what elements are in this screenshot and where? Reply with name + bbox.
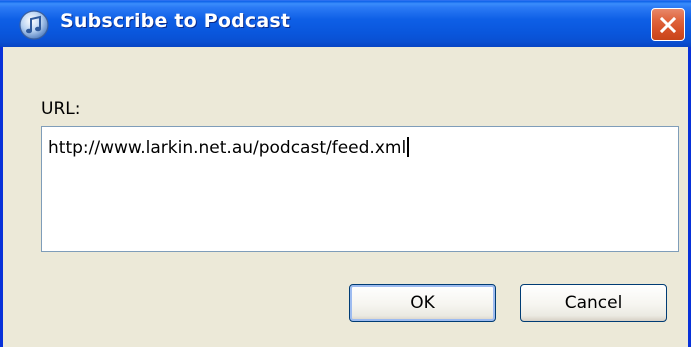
itunes-icon	[18, 9, 50, 41]
text-caret	[407, 137, 410, 157]
close-button[interactable]	[651, 8, 685, 41]
url-input[interactable]: http://www.larkin.net.au/podcast/feed.xm…	[41, 126, 679, 252]
url-label: URL:	[41, 99, 81, 119]
title-bar[interactable]: Subscribe to Podcast	[0, 0, 691, 47]
cancel-button[interactable]: Cancel	[520, 284, 667, 322]
dialog-title: Subscribe to Podcast	[60, 10, 291, 32]
ok-button[interactable]: OK	[349, 284, 496, 322]
close-icon	[659, 16, 677, 34]
url-input-text: http://www.larkin.net.au/podcast/feed.xm…	[48, 138, 407, 158]
subscribe-podcast-dialog: Subscribe to Podcast URL: http://www.lar…	[0, 0, 691, 347]
